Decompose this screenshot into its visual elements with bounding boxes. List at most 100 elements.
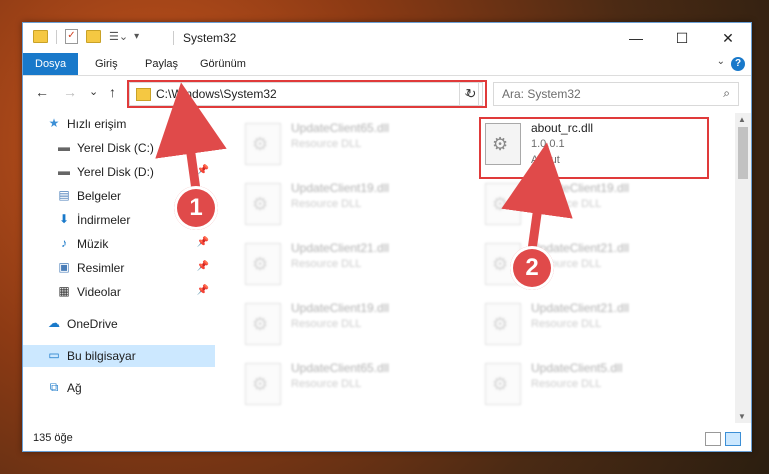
pin-icon[interactable]: 📌 bbox=[197, 237, 209, 248]
minimize-button[interactable]: — bbox=[613, 23, 659, 53]
file-name: UpdateClient65.dll bbox=[291, 361, 390, 375]
tab-share[interactable]: Paylaş bbox=[133, 53, 190, 75]
cloud-icon: ☁ bbox=[48, 316, 60, 330]
file-name: UpdateClient21.dll bbox=[291, 241, 390, 255]
status-bar: 135 öğe bbox=[23, 427, 751, 451]
search-input[interactable]: Ara: System32 bbox=[502, 87, 581, 101]
item-count: 135 öğe bbox=[33, 432, 73, 444]
sidebar-item-label: Yerel Disk (D:) bbox=[77, 165, 154, 179]
music-icon: ♪ bbox=[61, 236, 67, 250]
sidebar-item-label: Belgeler bbox=[77, 189, 122, 203]
forward-button[interactable]: → bbox=[63, 84, 77, 100]
list-item[interactable]: UpdateClient19.dll Resource DLL bbox=[479, 179, 699, 231]
list-item[interactable]: UpdateClient65.dll Resource DLL bbox=[239, 359, 459, 411]
computer-icon: ▭ bbox=[48, 348, 60, 362]
dll-file-icon bbox=[245, 363, 281, 405]
recent-locations-button[interactable]: ⌄ bbox=[89, 85, 98, 98]
new-folder-icon[interactable] bbox=[86, 30, 101, 43]
toolbar-dropdown-icon[interactable]: ▾ bbox=[134, 31, 139, 42]
scroll-down-icon[interactable]: ▼ bbox=[738, 412, 746, 421]
file-type: Resource DLL bbox=[531, 198, 602, 210]
file-type: Resource DLL bbox=[531, 378, 602, 390]
properties-icon[interactable]: ✓ bbox=[65, 29, 78, 44]
file-type: Resource DLL bbox=[291, 378, 362, 390]
title-separator bbox=[173, 31, 174, 45]
scroll-thumb[interactable] bbox=[738, 127, 748, 179]
file-type: Resource DLL bbox=[531, 318, 602, 330]
list-item[interactable]: UpdateClient19.dll Resource DLL bbox=[239, 179, 459, 231]
dll-file-icon bbox=[485, 183, 521, 225]
sidebar-item-local-disk-c[interactable]: ▬ Yerel Disk (C:) 📌 bbox=[23, 137, 215, 159]
search-icon[interactable]: ⌕ bbox=[723, 86, 730, 101]
expand-ribbon-icon[interactable]: ⌄ bbox=[717, 56, 725, 67]
close-button[interactable]: ✕ bbox=[705, 23, 751, 53]
file-name: UpdateClient5.dll bbox=[531, 361, 623, 375]
file-name: UpdateClient21.dll bbox=[531, 301, 630, 315]
up-button[interactable]: ↑ bbox=[109, 84, 116, 100]
download-icon: ⬇ bbox=[58, 212, 70, 226]
quick-access-toolbar: ✓ ☰⌄ ▾ bbox=[33, 29, 139, 44]
dll-file-icon bbox=[485, 363, 521, 405]
file-type: Resource DLL bbox=[291, 138, 362, 150]
dll-file-icon bbox=[245, 303, 281, 345]
sidebar-item-label: Hızlı erişim bbox=[67, 117, 127, 131]
pin-icon[interactable]: 📌 bbox=[197, 285, 209, 296]
file-type: Resource DLL bbox=[291, 258, 362, 270]
tab-home[interactable]: Giriş bbox=[83, 53, 130, 75]
pin-icon[interactable]: 📌 bbox=[197, 141, 209, 152]
sidebar-item-onedrive[interactable]: ☁ OneDrive bbox=[23, 313, 215, 335]
videos-icon: ▦ bbox=[58, 284, 70, 298]
sidebar-item-label: Videolar bbox=[77, 285, 121, 299]
back-button[interactable]: ← bbox=[35, 84, 49, 100]
sidebar-item-label: Bu bilgisayar bbox=[67, 349, 136, 363]
sidebar-item-label: İndirmeler bbox=[77, 213, 131, 227]
address-highlight-box bbox=[127, 80, 487, 108]
list-item[interactable]: UpdateClient19.dll Resource DLL bbox=[239, 299, 459, 351]
tab-file[interactable]: Dosya bbox=[23, 53, 79, 75]
details-view-icon[interactable] bbox=[705, 432, 721, 446]
file-name: UpdateClient65.dll bbox=[291, 121, 390, 135]
sidebar-item-network[interactable]: ⧉ Ağ bbox=[23, 377, 215, 399]
sidebar-item-label: Ağ bbox=[67, 381, 82, 395]
large-icons-view-icon[interactable] bbox=[725, 432, 741, 446]
pin-icon[interactable]: 📌 bbox=[197, 261, 209, 272]
tab-view[interactable]: Görünüm bbox=[188, 53, 258, 75]
sidebar-item-videos[interactable]: ▦ Videolar 📌 bbox=[23, 281, 215, 303]
file-name: UpdateClient19.dll bbox=[291, 301, 390, 315]
pin-icon[interactable]: 📌 bbox=[197, 165, 209, 176]
file-type: Resource DLL bbox=[291, 198, 362, 210]
drive-icon: ▬ bbox=[58, 140, 70, 154]
sidebar-item-music[interactable]: ♪ Müzik 📌 bbox=[23, 233, 215, 255]
sidebar-item-label: Resimler bbox=[77, 261, 125, 275]
sidebar-item-label: Müzik bbox=[77, 237, 109, 251]
documents-icon: ▤ bbox=[58, 188, 70, 202]
file-highlight-box bbox=[479, 117, 709, 179]
sidebar-item-quick-access[interactable]: ★ Hızlı erişim bbox=[23, 113, 215, 135]
vertical-scrollbar[interactable]: ▲ ▼ bbox=[735, 113, 751, 423]
step-marker-1: 1 bbox=[174, 186, 218, 230]
drive-icon: ▬ bbox=[58, 164, 70, 178]
title-bar: ✓ ☰⌄ ▾ System32 — ☐ ✕ bbox=[23, 23, 751, 53]
maximize-button[interactable]: ☐ bbox=[659, 23, 705, 53]
list-item[interactable]: UpdateClient5.dll Resource DLL bbox=[479, 359, 699, 411]
dll-file-icon bbox=[245, 123, 281, 165]
dll-file-icon bbox=[245, 243, 281, 285]
file-explorer-window: ✓ ☰⌄ ▾ System32 — ☐ ✕ Dosya Giriş Paylaş… bbox=[22, 22, 752, 452]
folder-icon[interactable] bbox=[33, 30, 48, 43]
sidebar-item-this-pc[interactable]: ▭ Bu bilgisayar bbox=[23, 345, 215, 367]
toolbar-separator bbox=[56, 29, 57, 44]
scroll-up-icon[interactable]: ▲ bbox=[738, 115, 746, 124]
navigation-pane: ★ Hızlı erişim ▬ Yerel Disk (C:) 📌 ▬ Yer… bbox=[23, 113, 215, 413]
list-item[interactable]: UpdateClient65.dll Resource DLL bbox=[239, 119, 459, 171]
list-item[interactable]: UpdateClient21.dll Resource DLL bbox=[239, 239, 459, 291]
star-icon: ★ bbox=[48, 116, 60, 130]
dll-file-icon bbox=[245, 183, 281, 225]
sidebar-item-label: OneDrive bbox=[67, 317, 118, 331]
search-box[interactable]: Ara: System32 ⌕ bbox=[493, 82, 739, 106]
sidebar-item-local-disk-d[interactable]: ▬ Yerel Disk (D:) 📌 bbox=[23, 161, 215, 183]
help-icon[interactable]: ? bbox=[731, 57, 745, 71]
sidebar-item-pictures[interactable]: ▣ Resimler 📌 bbox=[23, 257, 215, 279]
step-marker-2: 2 bbox=[510, 246, 554, 290]
customize-toolbar-icon[interactable]: ☰⌄ bbox=[109, 30, 128, 43]
list-item[interactable]: UpdateClient21.dll Resource DLL bbox=[479, 299, 699, 351]
